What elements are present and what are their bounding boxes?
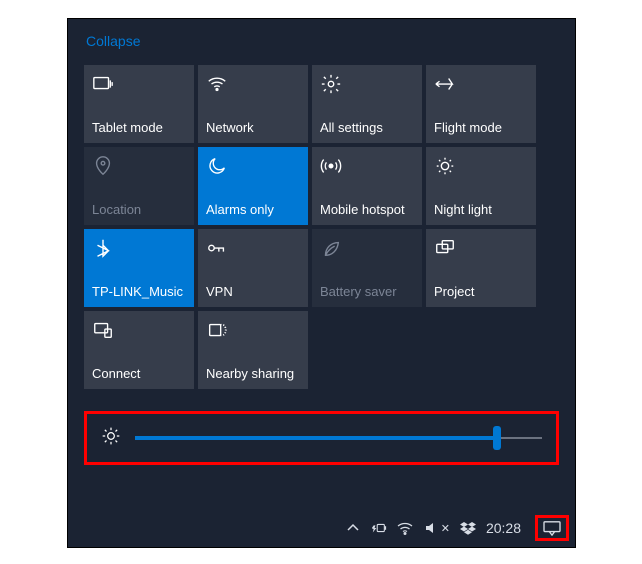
tile-project[interactable]: Project: [426, 229, 536, 307]
tile-label: Project: [434, 284, 528, 299]
tile-mobile-hotspot[interactable]: Mobile hotspot: [312, 147, 422, 225]
tile-network[interactable]: Network: [198, 65, 308, 143]
tile-location[interactable]: Location: [84, 147, 194, 225]
dropbox-icon[interactable]: [460, 521, 476, 535]
vpn-icon: [206, 237, 300, 259]
tile-label: Nearby sharing: [206, 366, 300, 381]
brightness-icon: [101, 426, 121, 451]
tray-overflow-chevron-icon[interactable]: [345, 521, 361, 535]
collapse-link[interactable]: Collapse: [68, 19, 575, 57]
tile-nearby-sharing[interactable]: Nearby sharing: [198, 311, 308, 389]
bluetooth-icon: [92, 237, 186, 259]
tile-label: Battery saver: [320, 284, 414, 299]
tile-bluetooth[interactable]: TP-LINK_Music: [84, 229, 194, 307]
power-icon[interactable]: [371, 521, 387, 535]
tile-label: Alarms only: [206, 202, 300, 217]
hotspot-icon: [320, 155, 414, 177]
connect-icon: [92, 319, 186, 341]
quick-action-tiles: Tablet mode Network All settings Flight …: [68, 57, 575, 389]
brightness-slider-row: [84, 411, 559, 465]
slider-thumb[interactable]: [493, 426, 501, 450]
tile-battery-saver[interactable]: Battery saver: [312, 229, 422, 307]
wifi-tray-icon[interactable]: [397, 521, 413, 535]
tile-label: Network: [206, 120, 300, 135]
brightness-slider[interactable]: [135, 428, 542, 448]
tile-vpn[interactable]: VPN: [198, 229, 308, 307]
leaf-icon: [320, 237, 414, 259]
action-center-panel: Collapse Tablet mode Network All setting…: [67, 18, 576, 548]
tile-night-light[interactable]: Night light: [426, 147, 536, 225]
tile-label: Connect: [92, 366, 186, 381]
slider-fill: [135, 436, 497, 440]
taskbar-tray: ✕ 20:28: [68, 509, 575, 547]
tile-flight-mode[interactable]: Flight mode: [426, 65, 536, 143]
tile-connect[interactable]: Connect: [84, 311, 194, 389]
tile-alarms-only[interactable]: Alarms only: [198, 147, 308, 225]
tile-tablet-mode[interactable]: Tablet mode: [84, 65, 194, 143]
tile-label: All settings: [320, 120, 414, 135]
tile-label: Location: [92, 202, 186, 217]
wifi-icon: [206, 73, 300, 95]
nearby-icon: [206, 319, 300, 341]
tile-all-settings[interactable]: All settings: [312, 65, 422, 143]
mute-x-icon: ✕: [441, 522, 450, 535]
action-center-button[interactable]: [535, 515, 569, 541]
nightlight-icon: [434, 155, 528, 177]
tile-label: Mobile hotspot: [320, 202, 414, 217]
tile-label: TP-LINK_Music: [92, 284, 186, 299]
gear-icon: [320, 73, 414, 95]
tablet-icon: [92, 73, 186, 95]
moon-icon: [206, 155, 300, 177]
taskbar-clock[interactable]: 20:28: [486, 520, 521, 536]
airplane-icon: [434, 73, 528, 95]
project-icon: [434, 237, 528, 259]
tile-label: Tablet mode: [92, 120, 186, 135]
tile-label: Flight mode: [434, 120, 528, 135]
location-icon: [92, 155, 186, 177]
tile-label: Night light: [434, 202, 528, 217]
volume-muted-icon[interactable]: ✕: [423, 521, 450, 535]
tile-label: VPN: [206, 284, 300, 299]
